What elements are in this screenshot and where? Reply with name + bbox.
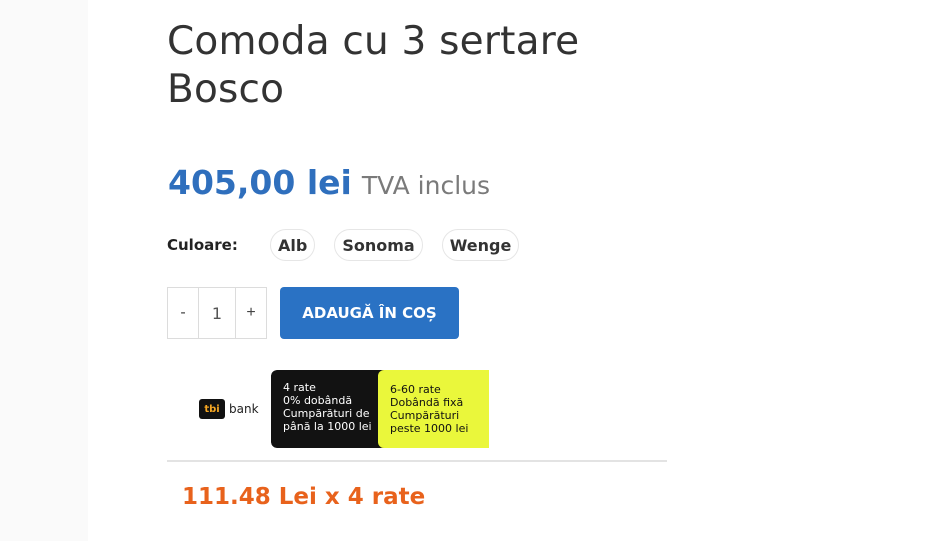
tbi-bank-logo: tbi bank <box>199 399 259 419</box>
tbi-logo-text: bank <box>229 402 259 416</box>
product-title: Comoda cu 3 sertare Bosco <box>167 19 580 112</box>
offer-line: 0% dobândă <box>283 394 353 407</box>
price-row: 405,00 lei TVA inclus <box>168 163 490 202</box>
tbi-logo-mark: tbi <box>199 399 225 419</box>
quantity-decrease-button[interactable]: - <box>168 288 198 338</box>
color-option-wenge[interactable]: Wenge <box>441 229 520 261</box>
offer-line: 6-60 rate <box>390 383 441 396</box>
offer-line: până la 1000 lei <box>283 420 372 433</box>
left-background-strip <box>0 0 88 541</box>
color-option-sonoma[interactable]: Sonoma <box>334 229 423 261</box>
quantity-input[interactable]: 1 <box>198 288 236 338</box>
offer-line: Dobândă fixă <box>390 396 464 409</box>
tbi-financing-banner[interactable]: 4 rate 0% dobândă Cumpărături de până la… <box>271 370 495 448</box>
color-label: Culoare: <box>167 236 238 254</box>
offer-line: Cumpărături <box>390 409 460 422</box>
offer-line: 4 rate <box>283 381 316 394</box>
quantity-stepper: - 1 + <box>167 287 267 339</box>
product-price: 405,00 lei <box>168 163 352 202</box>
tbi-offer-short-term: 4 rate 0% dobândă Cumpărături de până la… <box>271 370 384 448</box>
offer-line: peste 1000 lei <box>390 422 469 435</box>
quantity-increase-button[interactable]: + <box>236 288 266 338</box>
section-divider <box>167 460 667 462</box>
tbi-offer-long-term: 6-60 rate Dobândă fixă Cumpărături peste… <box>378 370 489 448</box>
color-option-alb[interactable]: Alb <box>270 229 316 261</box>
color-selector: Culoare: Alb Sonoma Wenge <box>167 229 538 261</box>
offer-line: Cumpărături de <box>283 407 370 420</box>
tax-note: TVA inclus <box>361 171 491 200</box>
installment-price: 111.48 Lei x 4 rate <box>182 484 426 510</box>
add-to-cart-button[interactable]: ADAUGĂ ÎN COȘ <box>280 287 459 339</box>
